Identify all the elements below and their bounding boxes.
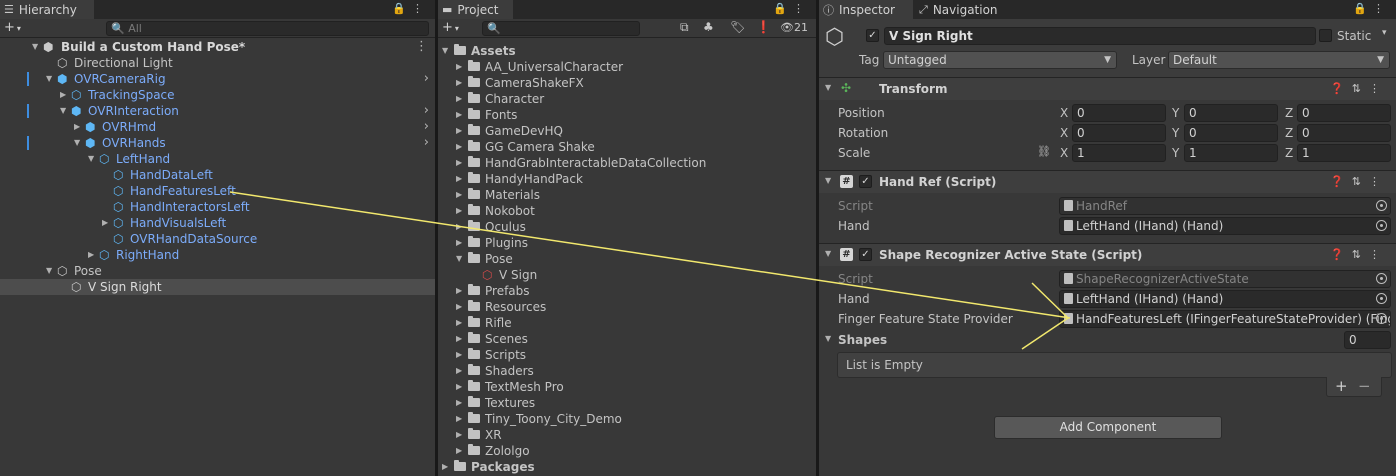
annotation-overlay <box>229 191 1071 350</box>
annotation-arrow-line <box>229 191 1071 319</box>
annotation-arrow-line <box>1021 317 1069 350</box>
